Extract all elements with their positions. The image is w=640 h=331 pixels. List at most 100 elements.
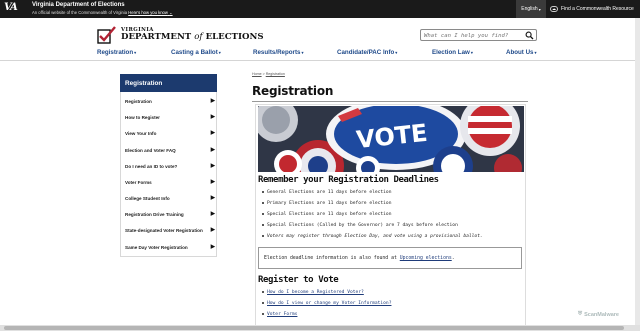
checkmark-logo-icon bbox=[97, 26, 116, 44]
sidebar-item-label[interactable]: How to Register bbox=[125, 115, 160, 120]
nav-casting-a-ballot[interactable]: Casting a Ballot▾ bbox=[171, 49, 221, 56]
how-you-know-label[interactable]: Here's how you know bbox=[128, 10, 168, 15]
horizontal-scrollbar[interactable] bbox=[0, 325, 640, 331]
arrow-right-icon: ▶ bbox=[210, 211, 215, 217]
sidebar-item-registration[interactable]: Registration ▶ bbox=[125, 97, 215, 107]
breadcrumb-current[interactable]: Registration bbox=[266, 72, 285, 76]
register-link-item: How do I become a Registered Voter? bbox=[262, 290, 364, 295]
note-end: . bbox=[451, 256, 455, 261]
sidebar-menu: Registration ▶ How to Register ▶ View Your… bbox=[120, 92, 217, 257]
bullet-icon bbox=[262, 212, 264, 215]
sidebar-item-label[interactable]: Registration Drive Training bbox=[125, 212, 184, 217]
sidebar-item-label[interactable]: Voter Forms bbox=[125, 180, 152, 185]
nav-results-reports[interactable]: Results/Reports▾ bbox=[253, 49, 303, 56]
scrollbar-thumb[interactable] bbox=[4, 326, 624, 330]
search-input[interactable] bbox=[424, 31, 520, 40]
official-banner: VA Virginia Department of Elections An o… bbox=[0, 0, 640, 18]
nav-candidate-pac-info[interactable]: Candidate/PAC Info▾ bbox=[337, 49, 397, 56]
register-heading: Register to Vote bbox=[258, 275, 339, 285]
language-label[interactable]: English bbox=[521, 6, 537, 12]
search-icon[interactable] bbox=[525, 31, 534, 40]
resource-label[interactable]: Find a Commonwealth Resource bbox=[561, 6, 634, 12]
language-button[interactable]: English ▾ bbox=[516, 0, 546, 18]
commonwealth-resource-button[interactable]: ☁ Find a Commonwealth Resource bbox=[550, 0, 634, 18]
nav-election-law[interactable]: Election Law▾ bbox=[432, 49, 473, 56]
register-link-item: How do I view or change my Voter Informa… bbox=[262, 301, 391, 306]
nav-label[interactable]: Registration bbox=[97, 49, 133, 56]
page-title: Registration bbox=[252, 84, 334, 98]
vertical-scrollbar[interactable] bbox=[635, 18, 640, 325]
caret-down-icon: ▾ bbox=[395, 50, 398, 55]
sidebar-item-college-student-info[interactable]: College Student Info ▶ bbox=[125, 194, 215, 204]
bullet-icon bbox=[262, 201, 264, 204]
deadline-note-box: Election deadline information is also fo… bbox=[258, 247, 522, 269]
breadcrumb-home[interactable]: Home bbox=[252, 72, 262, 76]
vote-buttons-image: VOTE bbox=[258, 106, 524, 172]
sidebar-item-label[interactable]: Same Day Voter Registration bbox=[125, 245, 188, 250]
nav-registration[interactable]: Registration▾ bbox=[97, 49, 136, 56]
nav-label[interactable]: Candidate/PAC Info bbox=[337, 49, 394, 56]
sidebar-item-same-day[interactable]: Same Day Voter Registration ▶ bbox=[125, 243, 215, 253]
deadline-text: Special Elections (Called by the Governo… bbox=[267, 223, 458, 228]
sidebar-item-id-to-vote[interactable]: Do I need an ID to vote? ▶ bbox=[125, 162, 215, 172]
chevron-down-icon: ▾ bbox=[538, 6, 541, 12]
sidebar-item-view-your-info[interactable]: View Your Info ▶ bbox=[125, 129, 215, 139]
sidebar-heading: Registration bbox=[120, 74, 217, 92]
bullet-icon bbox=[262, 312, 264, 315]
breadcrumb: Home > Registration bbox=[252, 72, 285, 76]
sidebar-item-label[interactable]: Election and Voter FAQ bbox=[125, 148, 176, 153]
upcoming-elections-link[interactable]: Upcoming elections bbox=[400, 256, 452, 261]
become-voter-link[interactable]: How do I become a Registered Voter? bbox=[267, 290, 364, 295]
sidebar-item-drive-training[interactable]: Registration Drive Training ▶ bbox=[125, 210, 215, 220]
bullet-icon bbox=[262, 234, 264, 237]
sidebar-item-faq[interactable]: Election and Voter FAQ ▶ bbox=[125, 146, 215, 156]
deadline-note: Election deadline information is also fo… bbox=[264, 256, 455, 261]
title-divider bbox=[252, 101, 528, 102]
deadline-item: Special Elections (Called by the Governo… bbox=[262, 223, 458, 228]
deadline-item: Special Elections are 11 days before ele… bbox=[262, 212, 391, 217]
nav-label[interactable]: Election Law bbox=[432, 49, 470, 56]
banner-title: Virginia Department of Elections bbox=[32, 2, 125, 8]
deadline-item: Voters may register through Election Day… bbox=[262, 234, 483, 239]
sidebar-item-state-designated[interactable]: State-designated Voter Registration ▶ bbox=[125, 226, 215, 236]
shield-icon: ⛨ bbox=[578, 311, 583, 317]
sidebar-item-label[interactable]: College Student Info bbox=[125, 196, 170, 201]
bullet-icon bbox=[262, 223, 264, 226]
sidebar-item-voter-forms[interactable]: Voter Forms ▶ bbox=[125, 178, 215, 188]
sidebar-item-how-to-register[interactable]: How to Register ▶ bbox=[125, 113, 215, 123]
cloud-icon: ☁ bbox=[550, 6, 558, 12]
nav-label[interactable]: About Us bbox=[506, 49, 534, 56]
deadline-item: General Elections are 11 days before ele… bbox=[262, 190, 391, 195]
deadlines-heading: Remember your Registration Deadlines bbox=[258, 175, 439, 185]
register-link-item: Voter Forms bbox=[262, 312, 297, 317]
logo-department-a: DEPARTMENT bbox=[121, 32, 192, 42]
virginia-logo[interactable]: VA bbox=[4, 2, 26, 16]
sidebar-item-label[interactable]: View Your Info bbox=[125, 131, 156, 136]
caret-down-icon: ▾ bbox=[301, 50, 304, 55]
caret-down-icon: ▾ bbox=[534, 50, 537, 55]
deadline-text: Special Elections are 11 days before ele… bbox=[267, 212, 392, 217]
banner-subtitle: An official website of the Commonwealth … bbox=[32, 10, 173, 15]
elections-logo[interactable]: VIRGINIA DEPARTMENT of ELECTIONS bbox=[97, 25, 264, 45]
deadline-text: General Elections are 11 days before ele… bbox=[267, 190, 392, 195]
voter-forms-link[interactable]: Voter Forms bbox=[267, 312, 297, 317]
arrow-right-icon: ▶ bbox=[210, 114, 215, 120]
how-you-know-link[interactable]: Here's how you know ⌄ bbox=[128, 10, 172, 15]
logo-department: DEPARTMENT of ELECTIONS bbox=[121, 32, 264, 42]
sidebar-item-label[interactable]: State-designated Voter Registration bbox=[125, 228, 203, 233]
logo-department-of: of bbox=[194, 32, 203, 42]
arrow-right-icon: ▶ bbox=[210, 163, 215, 169]
caret-down-icon: ▾ bbox=[134, 50, 137, 55]
view-change-info-link[interactable]: How do I view or change my Voter Informa… bbox=[267, 301, 391, 306]
main-navigation: Registration▾ Casting a Ballot▾ Results/… bbox=[0, 48, 635, 60]
banner-subtitle-text: An official website of the Commonwealth … bbox=[32, 10, 128, 15]
bullet-icon bbox=[262, 190, 264, 193]
nav-label[interactable]: Casting a Ballot bbox=[171, 49, 218, 56]
caret-down-icon: ▾ bbox=[470, 50, 473, 55]
scan-watermark: ⛨ ScanMalware bbox=[578, 311, 619, 318]
arrow-right-icon: ▶ bbox=[210, 179, 215, 185]
sidebar-item-label[interactable]: Do I need an ID to vote? bbox=[125, 164, 177, 169]
sidebar-item-label[interactable]: Registration bbox=[125, 99, 152, 104]
nav-about-us[interactable]: About Us▾ bbox=[506, 49, 537, 56]
nav-label[interactable]: Results/Reports bbox=[253, 49, 300, 56]
